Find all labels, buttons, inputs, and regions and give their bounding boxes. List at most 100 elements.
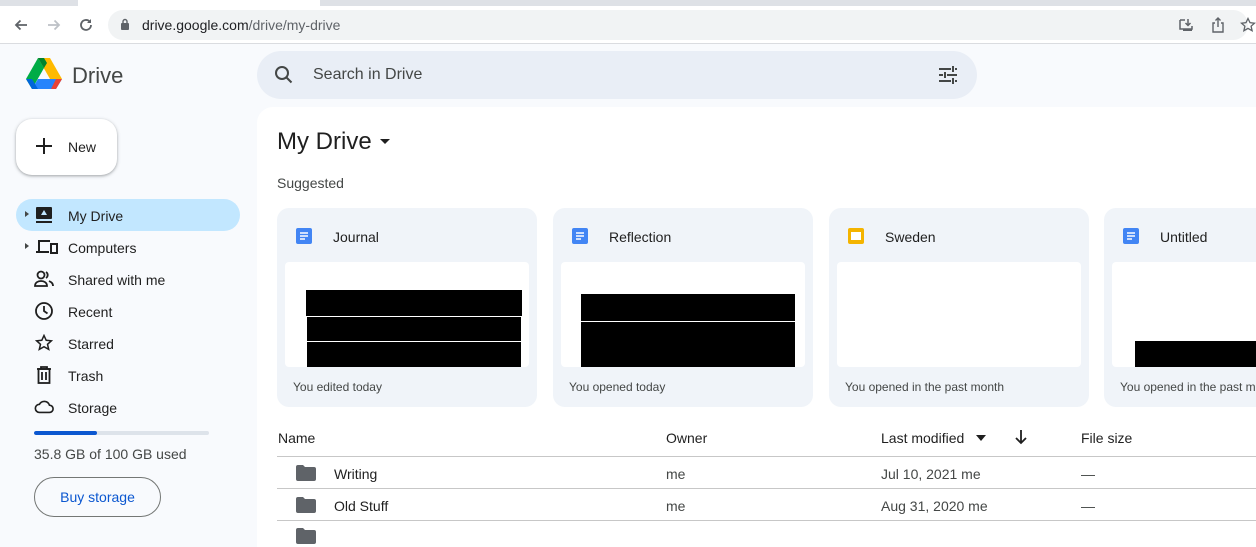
drive-logo[interactable] [25,57,63,91]
bookmark-star-icon [1240,17,1256,32]
card-title: Reflection [609,229,672,245]
storage-usage-text: 35.8 GB of 100 GB used [34,446,187,462]
file-last-modified: Aug 31, 2020 me [881,498,988,514]
redacted-block [581,294,795,321]
column-header-last-modified[interactable]: Last modified [881,430,964,446]
file-name: Writing [334,466,378,482]
card-activity: You edited today [293,380,382,394]
app-name: Drive [72,63,124,88]
sidebar-item-starred[interactable]: Starred [16,327,240,359]
file-owner: me [666,466,686,482]
file-last-modified: Jul 10, 2021 me [881,466,981,482]
suggested-card[interactable]: Reflection You opened today [553,208,813,407]
sidebar-item-shared-with-me[interactable]: Shared with me [16,263,240,295]
address-bar[interactable]: drive.google.com/drive/my-drive [108,10,1248,40]
sidebar-item-my-drive[interactable]: My Drive [16,199,240,231]
redacted-block [307,342,521,367]
file-owner: me [666,498,686,514]
card-title: Sweden [885,229,936,245]
bookmark-button[interactable] [1238,15,1256,35]
google-docs-icon [1123,228,1139,244]
forward-arrow-icon [48,19,61,31]
redacted-block [307,317,521,341]
card-title: Untitled [1160,229,1208,245]
computers-icon [36,237,58,257]
card-thumbnail [285,262,529,367]
row-divider [277,488,1256,489]
clock-icon [34,301,54,321]
share-icon [1212,17,1224,33]
sidebar-item-label: Starred [68,336,114,352]
suggested-heading: Suggested [277,175,344,191]
buy-storage-button[interactable]: Buy storage [34,477,161,517]
card-thumbnail [837,262,1081,367]
sidebar-item-trash[interactable]: Trash [16,359,240,391]
tune-icon[interactable] [937,65,959,85]
redacted-block [1135,341,1256,367]
storage-usage-bar [34,431,209,435]
card-activity: You opened in the past month [1120,380,1256,394]
forward-button[interactable] [43,14,65,36]
sidebar-item-label: Computers [68,240,137,256]
search-bar[interactable]: Search in Drive [257,51,977,99]
folder-icon [296,465,316,481]
back-button[interactable] [10,14,32,36]
my-drive-icon [34,205,54,225]
row-divider [277,520,1256,521]
suggested-card[interactable]: Sweden You opened in the past month [829,208,1089,407]
redacted-block [581,322,795,367]
sidebar-item-recent[interactable]: Recent [16,295,240,327]
file-size: — [1081,498,1095,514]
sidebar-item-label: My Drive [68,208,124,224]
search-icon[interactable] [273,64,295,86]
column-header-owner[interactable]: Owner [666,430,707,446]
sidebar-item-label: Storage [68,400,118,416]
google-docs-icon [572,228,588,244]
column-header-name[interactable]: Name [278,430,315,446]
expand-caret-icon[interactable] [25,243,29,249]
star-icon [34,333,54,353]
reload-icon [80,19,92,31]
trash-icon [34,365,54,385]
url-text: drive.google.com/drive/my-drive [142,17,341,33]
install-app-icon [1179,19,1193,31]
suggested-card[interactable]: Journal You edited today [277,208,537,407]
browser-toolbar: drive.google.com/drive/my-drive [0,6,1256,44]
sort-direction-arrow-icon[interactable] [1014,429,1028,445]
card-title: Journal [333,229,379,245]
redacted-block [306,290,522,316]
sidebar-item-label: Trash [68,368,104,384]
new-button[interactable]: New [16,119,117,175]
back-arrow-icon [14,19,27,31]
reload-button[interactable] [75,14,97,36]
row-divider [277,456,1256,457]
lock-icon [121,18,129,30]
drive-logo-icon [26,58,62,89]
card-thumbnail [561,262,805,367]
title-dropdown-caret-icon[interactable] [380,139,390,144]
google-docs-icon [296,228,312,244]
column-header-file-size: File size [1081,430,1133,446]
page-title[interactable]: My Drive [277,128,372,156]
card-activity: You opened in the past month [845,380,1005,394]
folder-icon [296,528,316,544]
suggested-card[interactable]: Untitled You opened in the past month [1104,208,1256,407]
cloud-icon [34,397,54,417]
install-app-button[interactable] [1176,15,1196,35]
file-name: Old Stuff [334,498,389,514]
share-button[interactable] [1208,15,1228,35]
folder-icon [296,497,316,513]
sidebar-item-label: Shared with me [68,272,166,288]
people-icon [34,269,54,289]
plus-icon [36,138,52,154]
expand-caret-icon[interactable] [25,211,29,217]
sidebar-item-computers[interactable]: Computers [16,231,240,263]
search-input[interactable]: Search in Drive [313,66,422,84]
card-activity: You opened today [569,380,666,394]
card-thumbnail [1112,262,1256,367]
storage-usage-fill [34,431,97,435]
file-size: — [1081,466,1095,482]
google-slides-icon [848,228,864,244]
sort-dropdown-caret-icon[interactable] [975,434,987,442]
sidebar-item-storage[interactable]: Storage [16,391,240,423]
